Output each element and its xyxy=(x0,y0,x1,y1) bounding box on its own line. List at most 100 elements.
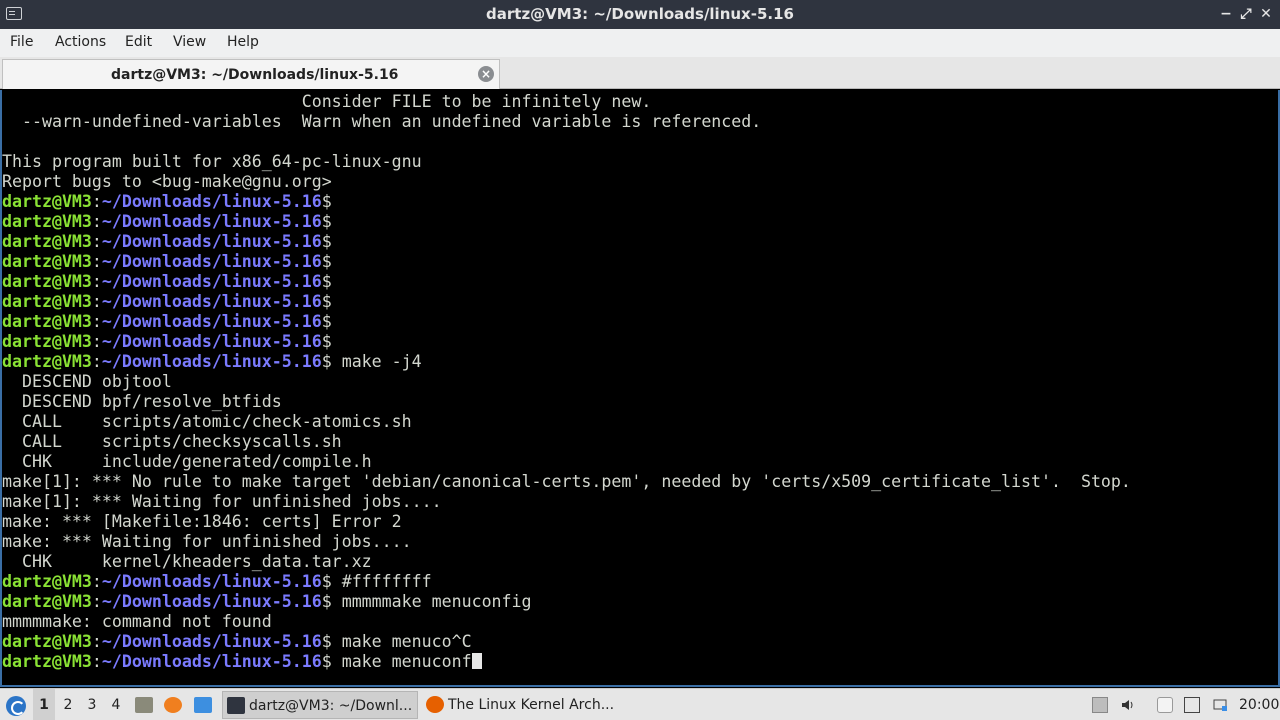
menu-view[interactable]: View xyxy=(173,34,206,50)
window-title: dartz@VM3: ~/Downloads/linux-5.16 xyxy=(486,5,794,23)
prompt-path: ~/Downloads/linux-5.16 xyxy=(101,272,322,291)
prompt-user: dartz@VM3 xyxy=(2,632,92,651)
workspace-3[interactable]: 3 xyxy=(81,689,103,720)
prompt-user: dartz@VM3 xyxy=(2,252,92,271)
prompt-path: ~/Downloads/linux-5.16 xyxy=(101,592,322,611)
prompt-separator: : xyxy=(91,332,102,351)
terminal-line: Consider FILE to be infinitely new. xyxy=(2,92,652,111)
tab-label: dartz@VM3: ~/Downloads/linux-5.16 xyxy=(111,67,399,83)
prompt-user: dartz@VM3 xyxy=(2,312,92,331)
terminal-line: make: *** Waiting for unfinished jobs...… xyxy=(2,532,412,551)
prompt-path: ~/Downloads/linux-5.16 xyxy=(101,292,322,311)
terminal-line: CHK kernel/kheaders_data.tar.xz xyxy=(2,552,372,571)
prompt-separator: : xyxy=(91,272,102,291)
terminal-line: dartz@VM3:~/Downloads/linux-5.16$ make m… xyxy=(2,652,1131,672)
minimize-button[interactable]: − xyxy=(1216,4,1236,24)
terminal-line: dartz@VM3:~/Downloads/linux-5.16$ make -… xyxy=(2,352,1131,372)
window-titlebar[interactable]: dartz@VM3: ~/Downloads/linux-5.16 − ⤢ ✕ xyxy=(0,0,1280,29)
terminal-line: mmmmmake: command not found xyxy=(2,612,272,631)
prompt-separator: : xyxy=(91,352,102,371)
terminal-line: dartz@VM3:~/Downloads/linux-5.16$ xyxy=(2,232,1131,252)
terminal-view[interactable]: Consider FILE to be infinitely new. --wa… xyxy=(0,90,1280,687)
terminal-line: dartz@VM3:~/Downloads/linux-5.16$ xyxy=(2,192,1131,212)
prompt-separator: : xyxy=(91,292,102,311)
prompt-separator: : xyxy=(91,192,102,211)
prompt-user: dartz@VM3 xyxy=(2,652,92,671)
prompt-path: ~/Downloads/linux-5.16 xyxy=(101,312,322,331)
prompt-command: $ xyxy=(321,332,332,351)
prompt-command: $ make -j4 xyxy=(321,352,422,371)
prompt-user: dartz@VM3 xyxy=(2,352,92,371)
prompt-user: dartz@VM3 xyxy=(2,572,92,591)
prompt-path: ~/Downloads/linux-5.16 xyxy=(101,192,322,211)
prompt-user: dartz@VM3 xyxy=(2,292,92,311)
menu-help[interactable]: Help xyxy=(227,34,259,50)
task-terminal-label: dartz@VM3: ~/Downl... xyxy=(249,698,413,714)
firefox-icon xyxy=(426,696,444,713)
prompt-path: ~/Downloads/linux-5.16 xyxy=(101,212,322,231)
prompt-command: $ xyxy=(321,252,332,271)
prompt-user: dartz@VM3 xyxy=(2,272,92,291)
workspace-2[interactable]: 2 xyxy=(57,689,79,720)
terminal-line: This program built for x86_64-pc-linux-g… xyxy=(2,152,422,171)
maximize-button[interactable]: ⤢ xyxy=(1236,4,1256,24)
file-manager-icon[interactable] xyxy=(135,697,153,713)
terminal-line: DESCEND objtool xyxy=(2,372,172,391)
firefox-launcher-icon[interactable] xyxy=(164,697,182,713)
terminal-line: dartz@VM3:~/Downloads/linux-5.16$ #fffff… xyxy=(2,572,1131,592)
text-cursor xyxy=(471,653,482,669)
prompt-command: $ make menuco^C xyxy=(321,632,472,651)
menu-bar: File Actions Edit View Help xyxy=(0,29,1280,57)
terminal-line: dartz@VM3:~/Downloads/linux-5.16$ xyxy=(2,272,1131,292)
prompt-user: dartz@VM3 xyxy=(2,332,92,351)
task-firefox[interactable]: The Linux Kernel Arch... xyxy=(422,691,622,719)
task-terminal[interactable]: dartz@VM3: ~/Downl... xyxy=(222,691,418,719)
prompt-path: ~/Downloads/linux-5.16 xyxy=(101,572,322,591)
prompt-user: dartz@VM3 xyxy=(2,212,92,231)
prompt-command: $ xyxy=(321,212,332,231)
prompt-separator: : xyxy=(91,252,102,271)
prompt-user: dartz@VM3 xyxy=(2,192,92,211)
prompt-separator: : xyxy=(91,232,102,251)
prompt-path: ~/Downloads/linux-5.16 xyxy=(101,652,322,671)
prompt-separator: : xyxy=(91,312,102,331)
prompt-separator: : xyxy=(91,212,102,231)
tray-up-arrow-icon[interactable] xyxy=(1092,697,1108,713)
terminal-line: dartz@VM3:~/Downloads/linux-5.16$ xyxy=(2,292,1131,312)
prompt-user: dartz@VM3 xyxy=(2,232,92,251)
menu-file[interactable]: File xyxy=(10,34,33,50)
menu-actions[interactable]: Actions xyxy=(55,34,106,50)
clipboard-icon[interactable] xyxy=(1157,697,1173,713)
prompt-command: $ make menuconf xyxy=(321,652,472,671)
terminal-line: make[1]: *** Waiting for unfinished jobs… xyxy=(2,492,442,511)
terminal-line: dartz@VM3:~/Downloads/linux-5.16$ xyxy=(2,312,1131,332)
terminal-line: make[1]: *** No rule to make target 'deb… xyxy=(2,472,1131,491)
prompt-command: $ #ffffffff xyxy=(321,572,432,591)
terminal-line: DESCEND bpf/resolve_btfids xyxy=(2,392,282,411)
prompt-path: ~/Downloads/linux-5.16 xyxy=(101,352,322,371)
menu-edit[interactable]: Edit xyxy=(125,34,152,50)
terminal-output: Consider FILE to be infinitely new. --wa… xyxy=(2,92,1131,672)
tab-close-icon[interactable]: × xyxy=(478,66,494,82)
clock: 20:00 xyxy=(1239,697,1280,713)
terminal-line: CHK include/generated/compile.h xyxy=(2,452,372,471)
display-icon[interactable] xyxy=(1184,697,1200,713)
terminal-line: dartz@VM3:~/Downloads/linux-5.16$ mmmmma… xyxy=(2,592,1131,612)
terminal-line: make: *** [Makefile:1846: certs] Error 2 xyxy=(2,512,402,531)
prompt-path: ~/Downloads/linux-5.16 xyxy=(101,232,322,251)
prompt-separator: : xyxy=(91,592,102,611)
close-window-button[interactable]: ✕ xyxy=(1256,4,1276,24)
show-desktop-icon[interactable] xyxy=(194,697,212,713)
network-icon[interactable] xyxy=(1212,697,1228,713)
prompt-path: ~/Downloads/linux-5.16 xyxy=(101,632,322,651)
tab-bar: dartz@VM3: ~/Downloads/linux-5.16 × xyxy=(0,57,1280,89)
terminal-line: dartz@VM3:~/Downloads/linux-5.16$ xyxy=(2,332,1131,352)
workspace-1[interactable]: 1 xyxy=(33,689,55,720)
start-menu-icon[interactable] xyxy=(6,696,26,716)
prompt-command: $ xyxy=(321,292,332,311)
workspace-4[interactable]: 4 xyxy=(105,689,127,720)
prompt-user: dartz@VM3 xyxy=(2,592,92,611)
volume-icon[interactable] xyxy=(1120,697,1136,713)
terminal-tab[interactable]: dartz@VM3: ~/Downloads/linux-5.16 × xyxy=(2,59,500,89)
